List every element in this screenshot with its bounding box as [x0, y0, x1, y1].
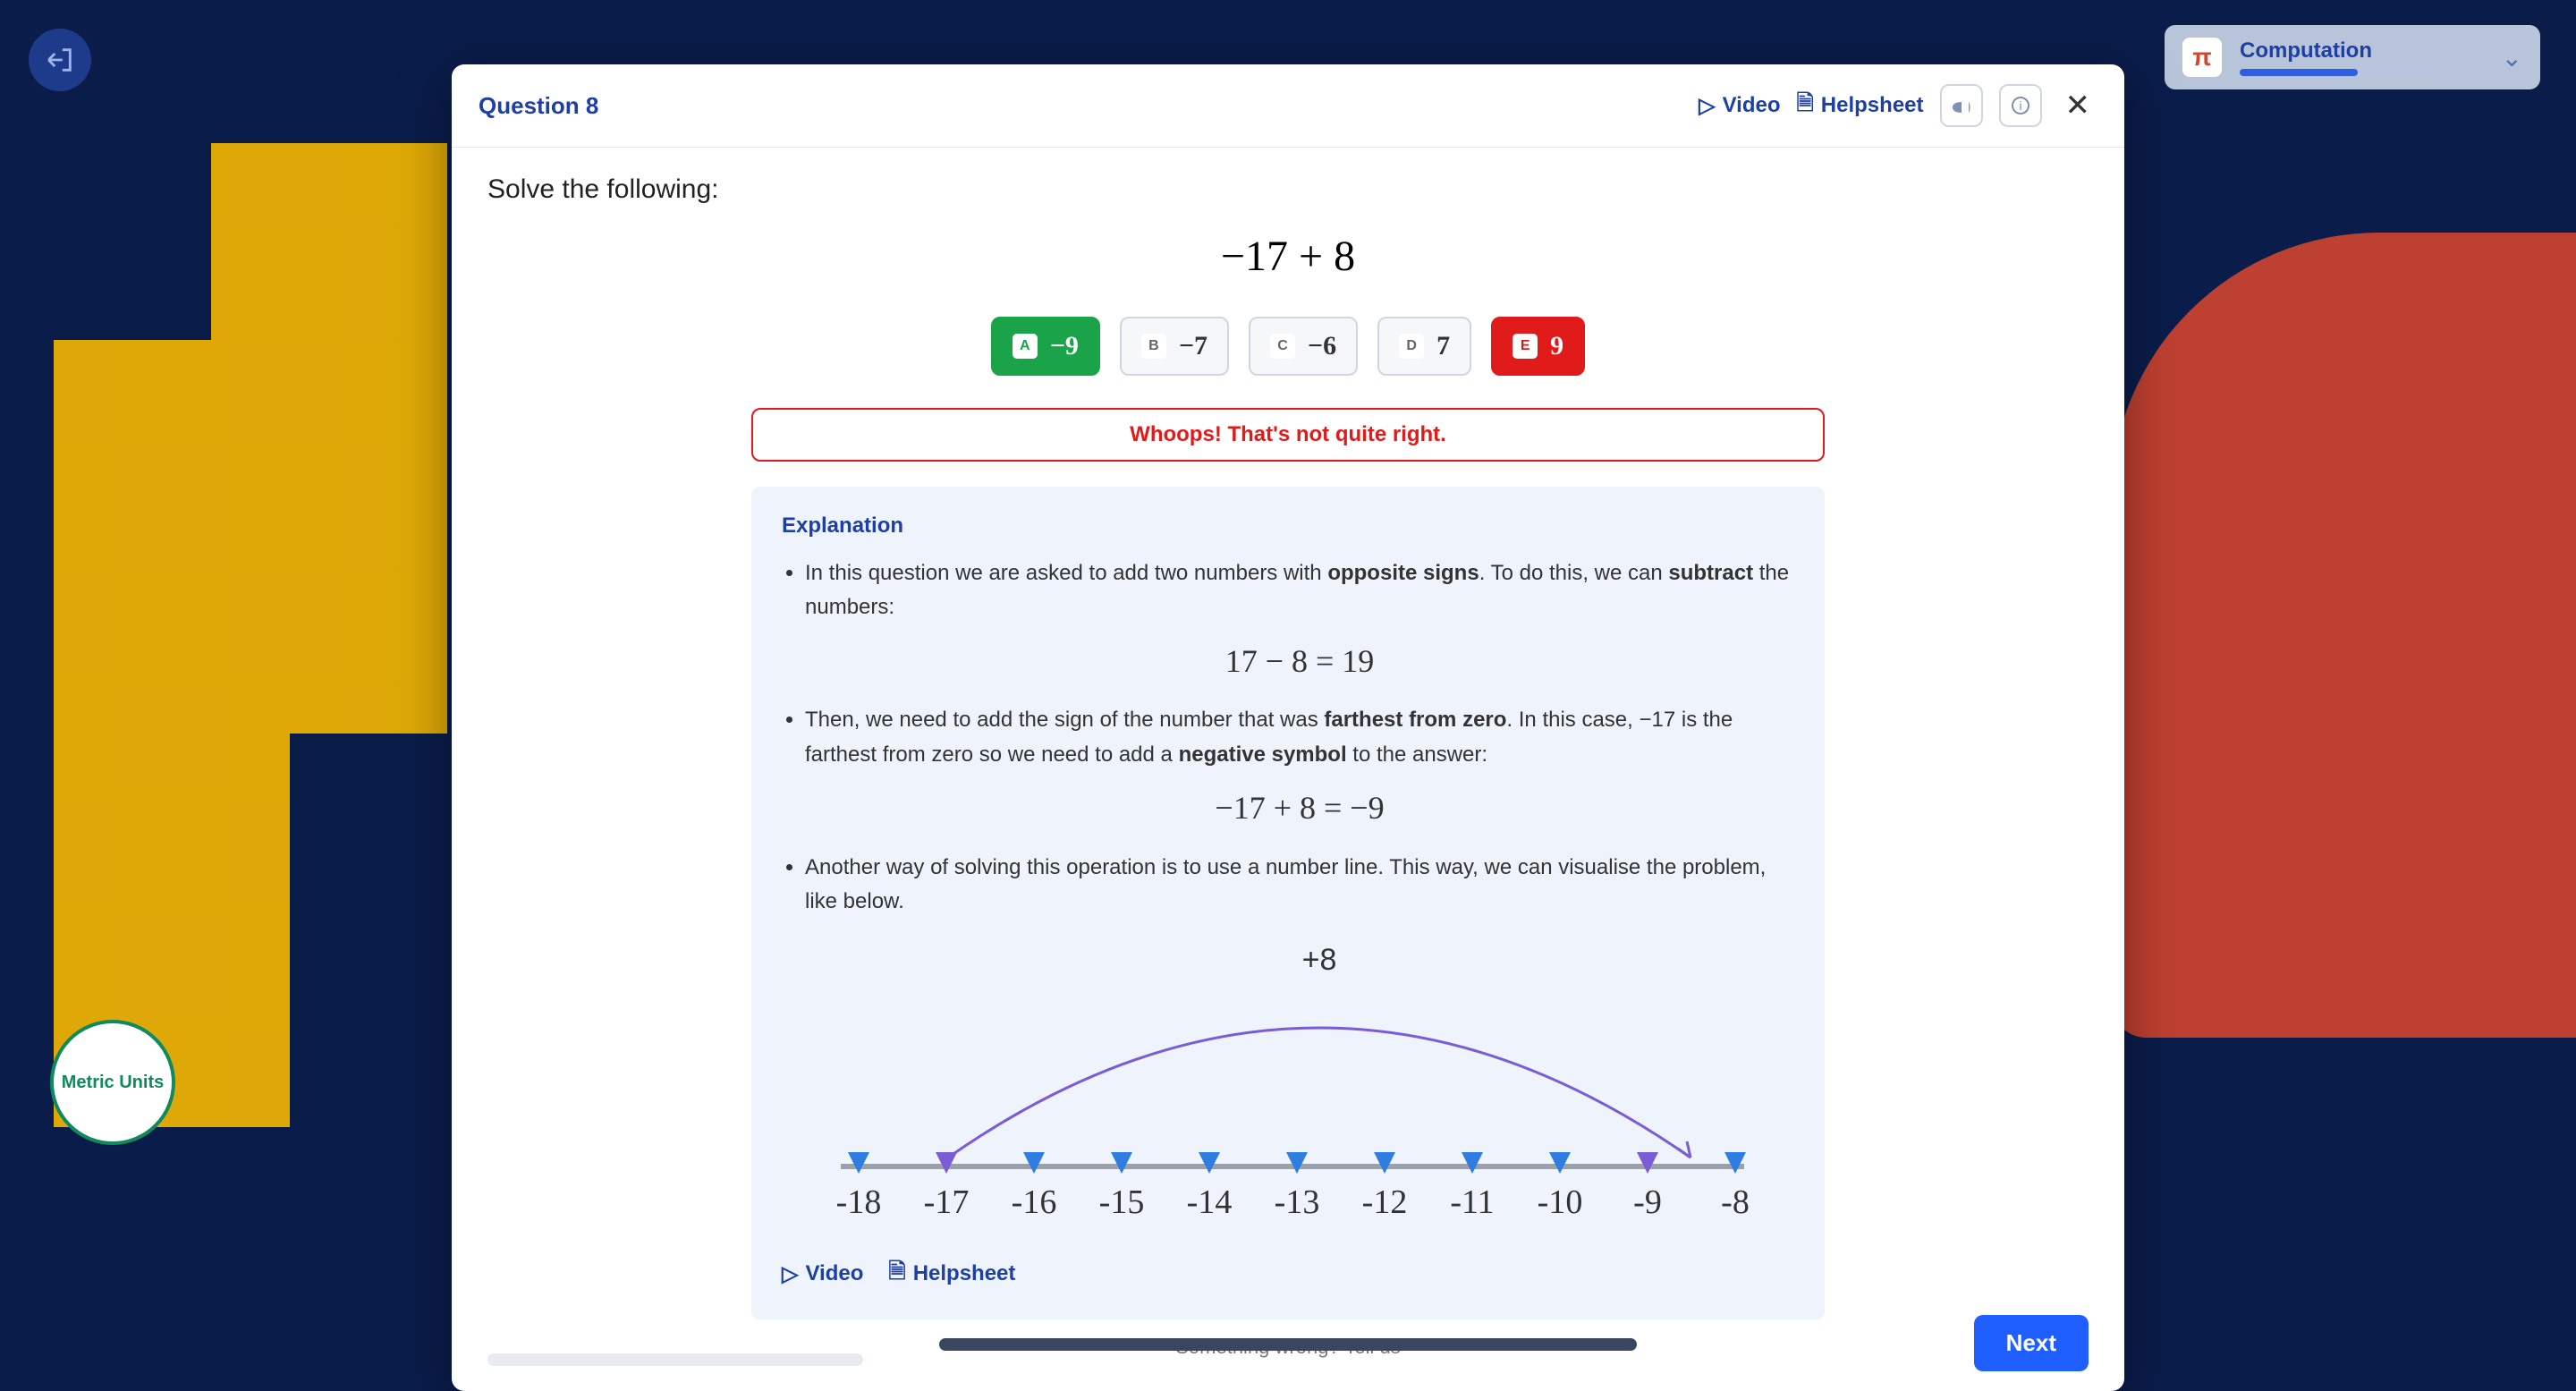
read-aloud-button[interactable] — [1940, 84, 1983, 127]
tick-label: -8 — [1721, 1183, 1750, 1221]
tick-marker — [1549, 1152, 1571, 1174]
topic-title: Computation — [2240, 38, 2484, 64]
metric-units-badge[interactable]: Metric Units — [50, 1020, 175, 1145]
exit-icon — [45, 45, 75, 75]
text: to the answer: — [1347, 742, 1487, 767]
explanation-title: Explanation — [782, 513, 1794, 539]
video-link[interactable]: ▷ Video — [782, 1256, 863, 1293]
tick-marker — [1724, 1152, 1746, 1174]
explanation-step-3: Another way of solving this operation is… — [805, 851, 1794, 920]
video-label: Video — [805, 1261, 863, 1286]
helpsheet-link[interactable]: 🗎 Helpsheet — [888, 1256, 1015, 1293]
close-button[interactable]: ✕ — [2058, 88, 2098, 123]
arrowhead-icon — [1678, 1141, 1690, 1158]
explanation-panel: Explanation In this question we are aske… — [751, 487, 1825, 1319]
math-expression: −17 + 8 = −9 — [805, 783, 1794, 835]
answer-choices: A −9 B −7 C −6 D 7 E 9 — [487, 317, 2089, 376]
feedback-banner: Whoops! That's not quite right. — [751, 408, 1825, 462]
choice-c[interactable]: C −6 — [1249, 317, 1358, 376]
tick-label: -11 — [1450, 1183, 1494, 1221]
tick-marker — [1374, 1152, 1395, 1174]
choice-e[interactable]: E 9 — [1491, 317, 1585, 376]
choice-value: −7 — [1179, 331, 1208, 361]
tick-label: -16 — [1012, 1183, 1057, 1221]
tick-label: -10 — [1538, 1183, 1583, 1221]
helpsheet-label: Helpsheet — [1821, 93, 1924, 118]
tick-group: -18 -17 -16 -15 -14 -13 -12 -11 -10 -9 -8 — [836, 1152, 1750, 1221]
choice-value: −6 — [1308, 331, 1336, 361]
chevron-down-icon: ⌄ — [2502, 43, 2522, 72]
bold-text: negative symbol — [1179, 742, 1347, 767]
tick-label: -18 — [836, 1183, 882, 1221]
choice-value: 7 — [1436, 331, 1450, 361]
choice-a[interactable]: A −9 — [991, 317, 1100, 376]
document-icon: 🗎 — [888, 1256, 905, 1293]
exit-button[interactable] — [29, 29, 91, 91]
choice-value: −9 — [1050, 331, 1079, 361]
tick-marker — [936, 1152, 957, 1174]
choice-d[interactable]: D 7 — [1377, 317, 1471, 376]
choice-letter: C — [1270, 334, 1295, 359]
video-label: Video — [1723, 93, 1781, 118]
explanation-step-2: Then, we need to add the sign of the num… — [805, 703, 1794, 834]
choice-b[interactable]: B −7 — [1120, 317, 1229, 376]
question-expression: −17 + 8 — [487, 232, 2089, 281]
tick-marker — [1637, 1152, 1658, 1174]
explanation-links: ▷ Video 🗎 Helpsheet — [782, 1256, 1794, 1293]
info-icon: i — [2010, 95, 2031, 116]
text: . To do this, we can — [1479, 561, 1669, 585]
topic-progress-fill — [2240, 69, 2358, 76]
tick-marker — [1462, 1152, 1483, 1174]
modal-body: Solve the following: −17 + 8 A −9 B −7 C… — [452, 148, 2124, 1370]
choice-letter: A — [1013, 334, 1038, 359]
helpsheet-link[interactable]: 🗎 Helpsheet — [1797, 88, 1924, 124]
choice-letter: B — [1141, 334, 1166, 359]
choice-value: 9 — [1550, 331, 1563, 361]
tick-marker — [1286, 1152, 1308, 1174]
tick-marker — [1199, 1152, 1220, 1174]
text: Then, we need to add the sign of the num… — [805, 708, 1324, 732]
choice-letter: E — [1513, 334, 1538, 359]
horizontal-scroll-hint — [487, 1353, 863, 1366]
speaker-icon — [1951, 95, 1972, 116]
arc-path — [948, 1028, 1690, 1158]
choice-letter: D — [1399, 334, 1424, 359]
question-modal: Question 8 ▷ Video 🗎 Helpsheet i ✕ Solve… — [452, 64, 2124, 1391]
tick-marker — [848, 1152, 869, 1174]
next-button[interactable]: Next — [1974, 1315, 2089, 1371]
bold-text: farthest from zero — [1324, 708, 1506, 732]
bold-text: subtract — [1668, 561, 1753, 585]
tick-label: -9 — [1633, 1183, 1662, 1221]
tick-label: -17 — [924, 1183, 970, 1221]
play-icon: ▷ — [1699, 93, 1715, 119]
topic-progress-bar — [2240, 69, 2436, 76]
explanation-step-1: In this question we are asked to add two… — [805, 556, 1794, 687]
text: In this question we are asked to add two… — [805, 561, 1327, 585]
math-expression: 17 − 8 = 19 — [805, 636, 1794, 688]
topic-progress-widget[interactable]: π Computation ⌄ — [2165, 25, 2540, 89]
tick-label: -12 — [1362, 1183, 1408, 1221]
topic-info: Computation — [2240, 38, 2484, 76]
bold-text: opposite signs — [1327, 561, 1479, 585]
tick-marker — [1023, 1152, 1045, 1174]
header-actions: ▷ Video 🗎 Helpsheet i ✕ — [1699, 84, 2097, 127]
arc-label: +8 — [1302, 943, 1337, 977]
info-button[interactable]: i — [1999, 84, 2042, 127]
tick-label: -13 — [1275, 1183, 1320, 1221]
pi-icon: π — [2182, 38, 2222, 77]
tick-label: -15 — [1099, 1183, 1145, 1221]
video-link[interactable]: ▷ Video — [1699, 93, 1780, 119]
modal-header: Question 8 ▷ Video 🗎 Helpsheet i ✕ — [452, 64, 2124, 148]
svg-text:i: i — [2019, 98, 2021, 113]
question-number: Question 8 — [479, 92, 598, 120]
play-icon: ▷ — [782, 1261, 798, 1287]
document-icon: 🗎 — [1797, 88, 1814, 124]
helpsheet-label: Helpsheet — [913, 1261, 1016, 1286]
window-scrollbar[interactable] — [939, 1338, 1637, 1351]
question-prompt: Solve the following: — [487, 174, 2089, 205]
number-line-diagram: +8 -18 -17 -16 -15 -14 -13 -12 -11 -10 -9 -8 — [796, 934, 1780, 1238]
tick-label: -14 — [1187, 1183, 1233, 1221]
tick-marker — [1111, 1152, 1132, 1174]
